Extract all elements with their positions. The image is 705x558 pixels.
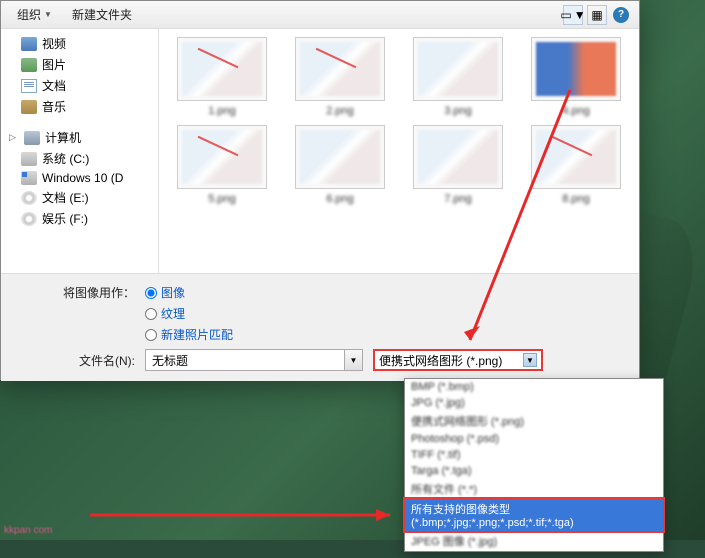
disc-icon [21, 212, 37, 226]
tree-pictures[interactable]: 图片 [1, 54, 158, 75]
file-item[interactable]: 6.png [285, 125, 395, 205]
dropdown-item-highlighted[interactable]: 所有支持的图像类型 (*.bmp;*.jpg;*.png;*.psd;*.tif… [403, 497, 665, 533]
drive-icon [21, 152, 37, 166]
tree-documents[interactable]: 文档 [1, 75, 158, 96]
tree-computer[interactable]: ▷计算机 [1, 127, 158, 148]
filetype-combo[interactable]: 便携式网络图形 (*.png) ▼ [373, 349, 543, 371]
use-as-label: 将图像用作： [15, 284, 145, 301]
dialog-footer: 将图像用作： 图像 纹理 新建照片匹配 文件名(N): ▼ 便携式网络图形 (*… [1, 273, 639, 381]
filename-input[interactable] [145, 349, 345, 371]
dropdown-item[interactable]: Photoshop (*.psd) [405, 431, 663, 447]
radio-texture[interactable]: 纹理 [145, 305, 233, 322]
file-item[interactable]: 5.png [167, 125, 277, 205]
file-item[interactable]: 3.png [403, 37, 513, 117]
filename-label: 文件名(N): [15, 352, 145, 369]
tree-drive-f[interactable]: 娱乐 (F:) [1, 208, 158, 229]
dropdown-item[interactable]: TIFF (*.tif) [405, 447, 663, 463]
dropdown-item[interactable]: Targa (*.tga) [405, 463, 663, 479]
organize-button[interactable]: 组织▼ [9, 3, 60, 26]
chevron-down-icon: ▼ [523, 353, 537, 367]
preview-pane-button[interactable]: ▦ [587, 5, 607, 25]
file-item[interactable]: 4.png [521, 37, 631, 117]
filetype-dropdown: BMP (*.bmp) JPG (*.jpg) 便携式网络图形 (*.png) … [404, 378, 664, 552]
file-item[interactable]: 2.png [285, 37, 395, 117]
computer-icon [24, 131, 40, 145]
new-folder-button[interactable]: 新建文件夹 [64, 3, 140, 26]
help-button[interactable]: ? [611, 5, 631, 25]
radio-photomatch[interactable]: 新建照片匹配 [145, 326, 233, 343]
video-icon [21, 37, 37, 51]
dropdown-item[interactable]: BMP (*.bmp) [405, 379, 663, 395]
tree-drive-c[interactable]: 系统 (C:) [1, 148, 158, 169]
tree-drive-d[interactable]: Windows 10 (D [1, 169, 158, 187]
view-mode-button[interactable]: ▭▼ [563, 5, 583, 25]
disc-icon [21, 191, 37, 205]
tree-video[interactable]: 视频 [1, 33, 158, 54]
filename-dropdown-button[interactable]: ▼ [345, 349, 363, 371]
radio-image[interactable]: 图像 [145, 284, 233, 301]
dialog-toolbar: 组织▼ 新建文件夹 ▭▼ ▦ ? [1, 1, 639, 29]
watermark: kkpan com [4, 525, 52, 536]
music-icon [21, 100, 37, 114]
tree-music[interactable]: 音乐 [1, 96, 158, 117]
document-icon [21, 79, 37, 93]
dropdown-item[interactable]: JPEG 图像 (*.jpg) [405, 531, 663, 551]
nav-tree: 视频 图片 文档 音乐 ▷计算机 系统 (C:) Windows 10 (D 文… [1, 29, 159, 273]
pictures-icon [21, 58, 37, 72]
file-item[interactable]: 1.png [167, 37, 277, 117]
tree-drive-e[interactable]: 文档 (E:) [1, 187, 158, 208]
dropdown-item[interactable]: 便携式网络图形 (*.png) [405, 411, 663, 431]
file-item[interactable]: 8.png [521, 125, 631, 205]
file-dialog: 组织▼ 新建文件夹 ▭▼ ▦ ? 视频 图片 文档 音乐 ▷计算机 系统 (C:… [0, 0, 640, 380]
dropdown-item[interactable]: 所有文件 (*.*) [405, 479, 663, 499]
file-item[interactable]: 7.png [403, 125, 513, 205]
filetype-selected: 便携式网络图形 (*.png) [379, 352, 502, 369]
file-grid: 1.png 2.png 3.png 4.png 5.png 6.png 7.pn… [159, 29, 639, 273]
dropdown-item[interactable]: JPG (*.jpg) [405, 395, 663, 411]
drive-icon [21, 171, 37, 185]
